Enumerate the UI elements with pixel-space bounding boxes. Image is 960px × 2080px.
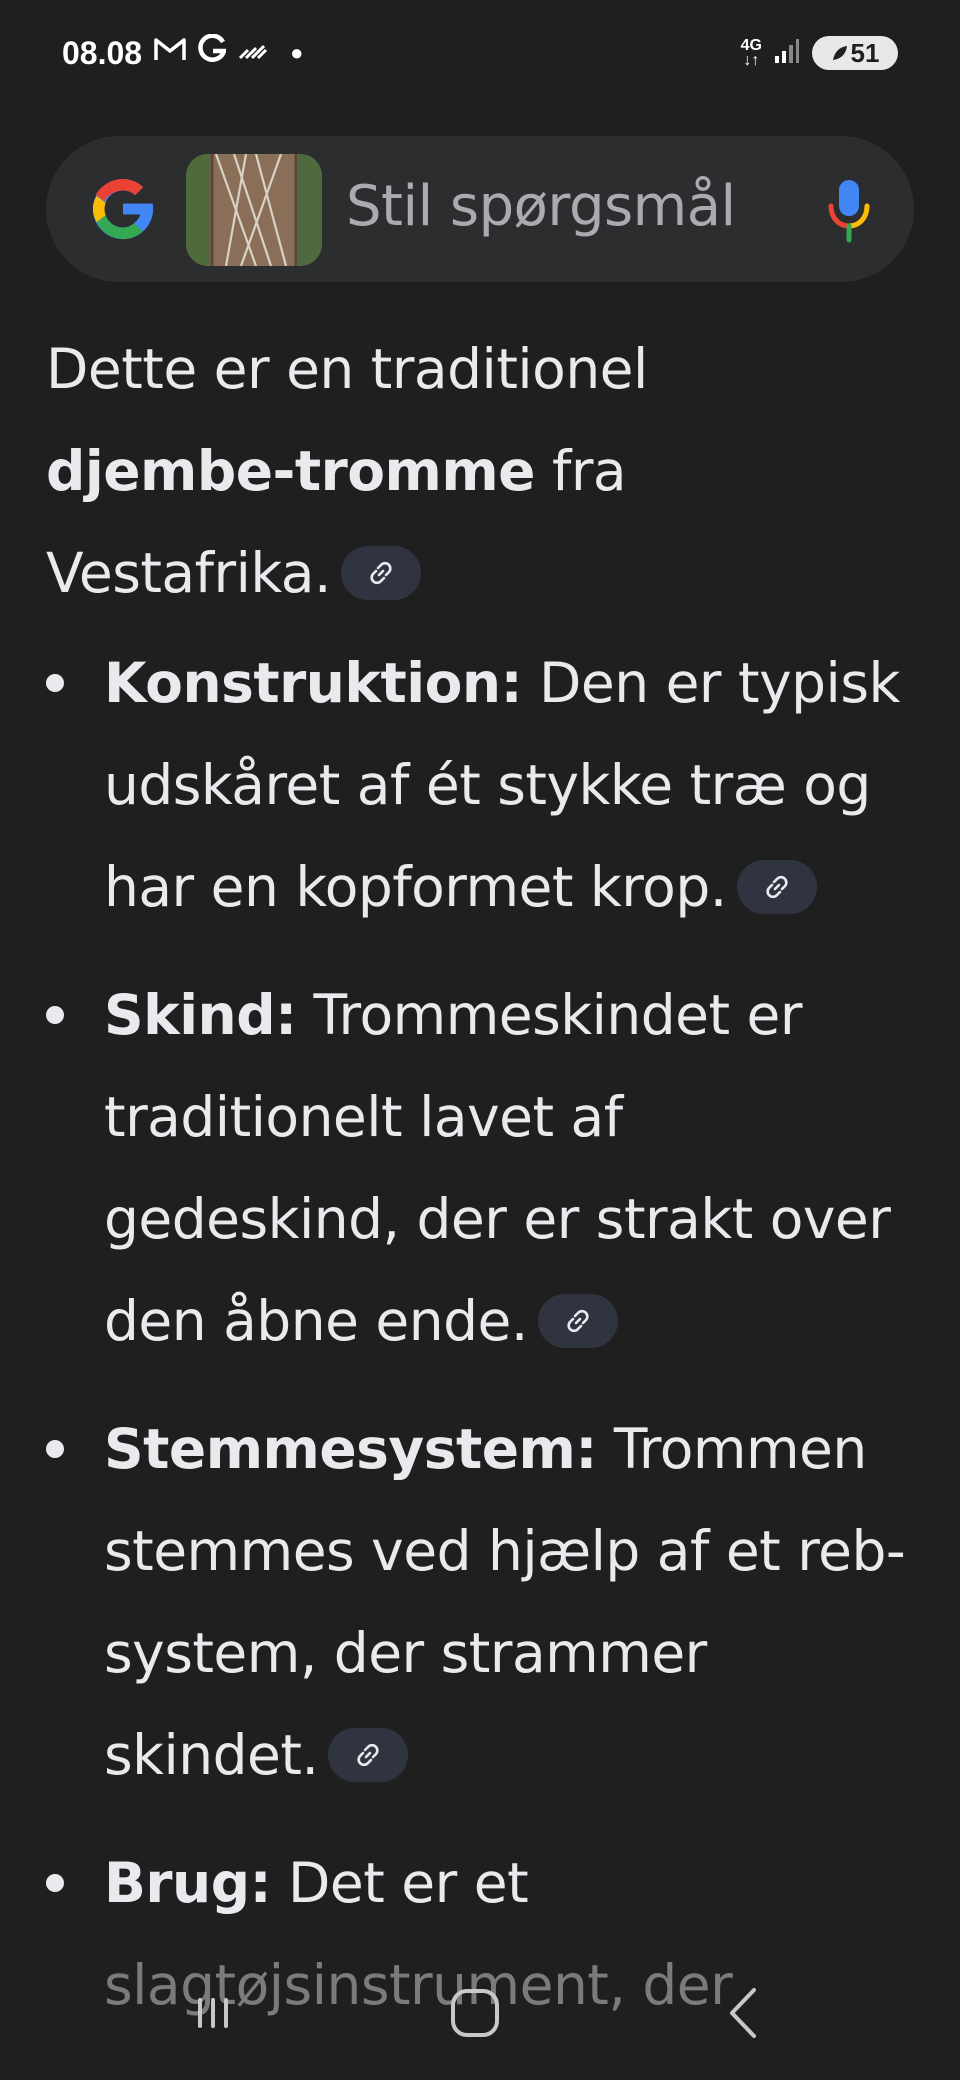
mic-icon[interactable] bbox=[826, 178, 872, 244]
search-input[interactable]: Stil spørgsmål bbox=[346, 174, 736, 239]
intro-paragraph: Dette er en traditionel djembe-tromme fr… bbox=[46, 337, 648, 605]
list-item: Skind: Trommeskindet er traditionelt lav… bbox=[46, 964, 906, 1372]
dot-icon: ● bbox=[290, 40, 304, 65]
back-icon[interactable] bbox=[710, 1978, 780, 2048]
answer-list: Konstruktion: Den er typisk udskåret af … bbox=[46, 632, 906, 2036]
source-link-chip[interactable] bbox=[736, 859, 817, 914]
list-item: Stemmesystem: Trommen stemmes ved hjælp … bbox=[46, 1398, 906, 1806]
search-bar[interactable]: Stil spørgsmål bbox=[46, 136, 914, 282]
wifi-calling-icon bbox=[238, 36, 268, 70]
status-left: 08.08 ● bbox=[62, 33, 304, 72]
google-logo[interactable] bbox=[86, 172, 160, 246]
source-link-chip[interactable] bbox=[328, 1727, 409, 1782]
ai-answer: Dette er en traditionel djembe-tromme fr… bbox=[46, 318, 906, 2062]
status-bar: 08.08 ● 4G ↓↑ 51 bbox=[0, 0, 960, 110]
screen: 08.08 ● 4G ↓↑ 51 Stil spørgsmål Dette er… bbox=[0, 0, 960, 2080]
highlight-term: djembe-tromme bbox=[46, 439, 535, 503]
link-icon bbox=[370, 561, 392, 584]
image-thumbnail[interactable] bbox=[186, 154, 322, 266]
link-icon bbox=[567, 1309, 589, 1332]
list-item: Konstruktion: Den er typisk udskåret af … bbox=[46, 632, 906, 938]
home-icon[interactable] bbox=[440, 1978, 510, 2048]
network-indicator: 4G ↓↑ bbox=[740, 37, 762, 69]
battery-level: 51 bbox=[850, 37, 880, 68]
google-g-icon bbox=[198, 33, 228, 72]
clock: 08.08 bbox=[62, 34, 143, 71]
navigation-bar bbox=[0, 1942, 960, 2080]
recent-apps-icon[interactable] bbox=[178, 1978, 248, 2048]
link-icon bbox=[766, 875, 788, 898]
source-link-chip[interactable] bbox=[537, 1293, 618, 1348]
status-right: 4G ↓↑ 51 bbox=[741, 36, 898, 70]
bullet bbox=[46, 674, 64, 692]
signal-icon bbox=[774, 38, 800, 68]
gmail-icon bbox=[154, 36, 186, 70]
bullet bbox=[46, 1006, 64, 1024]
link-icon bbox=[357, 1743, 380, 1766]
source-link-chip[interactable] bbox=[340, 545, 421, 600]
battery-icon: 51 bbox=[812, 36, 898, 70]
bullet bbox=[46, 1440, 64, 1458]
bullet bbox=[46, 1874, 64, 1892]
